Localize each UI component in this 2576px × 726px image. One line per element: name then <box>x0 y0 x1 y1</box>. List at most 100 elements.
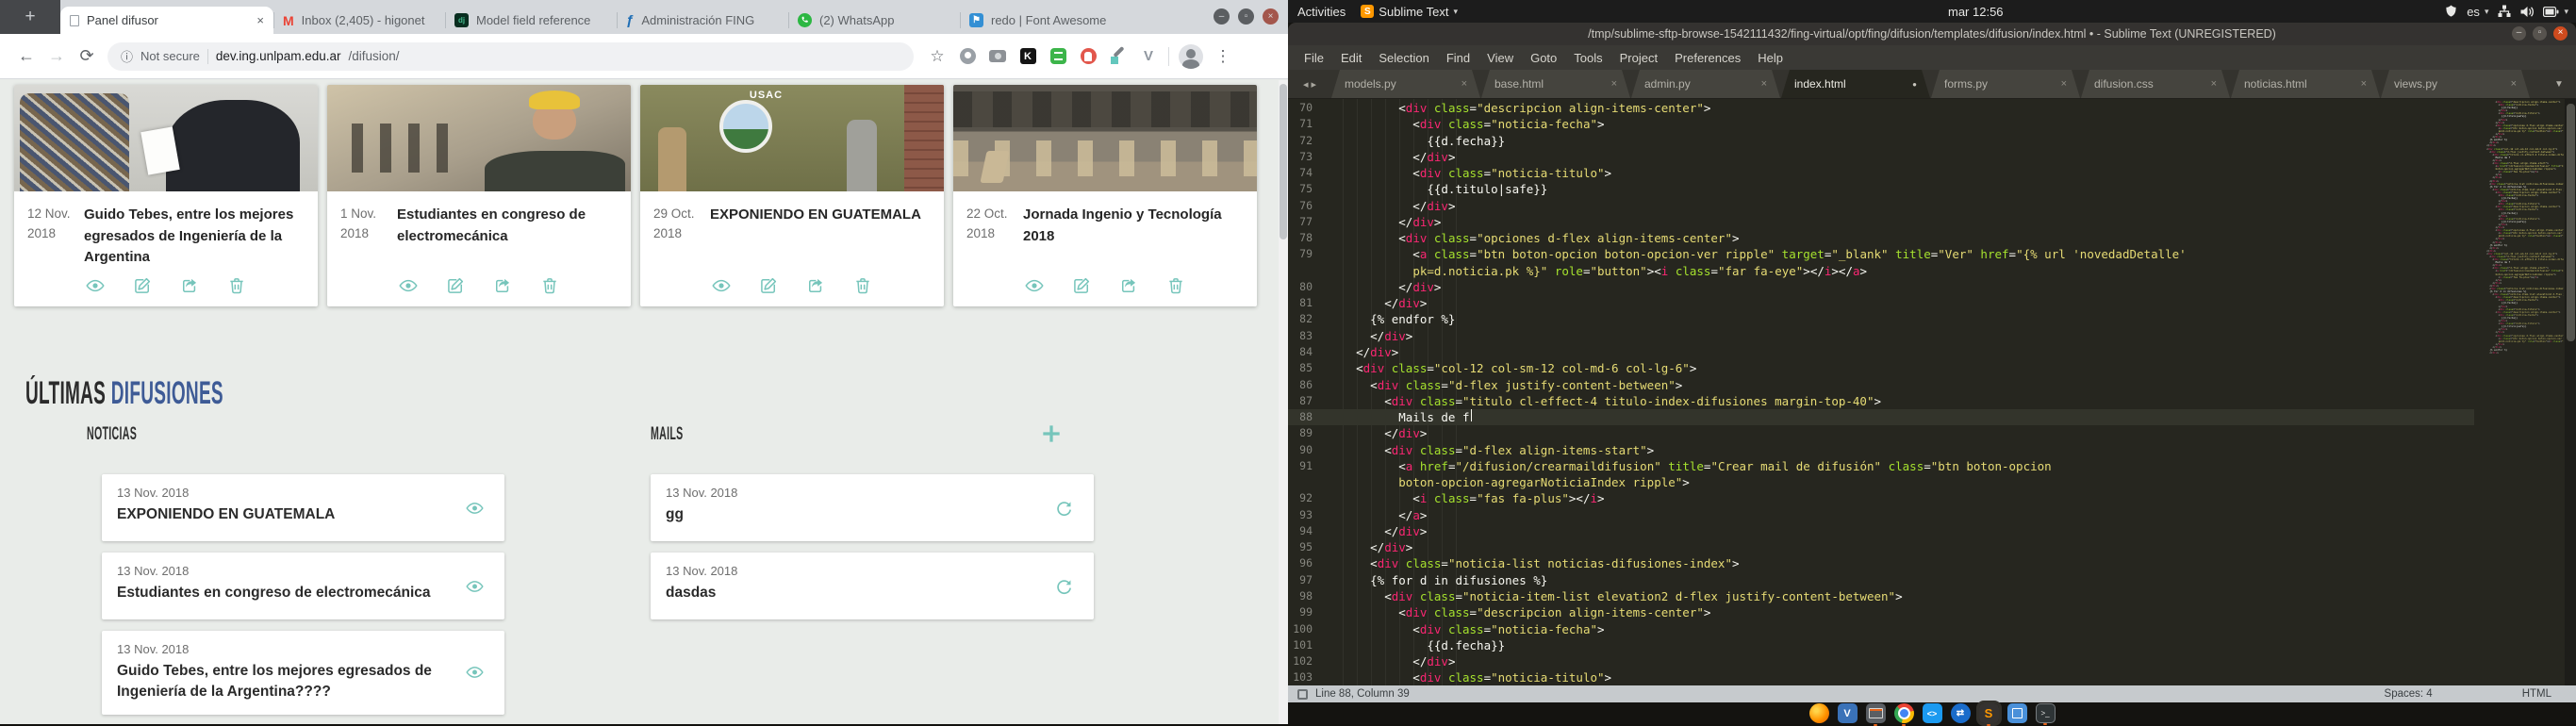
news-card[interactable]: 22 Oct. 2018Jornada Ingenio y Tecnología… <box>953 85 1257 306</box>
news-card[interactable]: 12 Nov. 2018Guido Tebes, entre los mejor… <box>14 85 318 306</box>
code-line[interactable]: 73 </div> <box>1288 149 2474 165</box>
bookmark-star-icon[interactable]: ☆ <box>927 46 948 67</box>
editor-tab-views.py[interactable]: views.py× <box>2381 70 2530 98</box>
dock-virtualbox-icon[interactable]: V <box>1838 703 1858 723</box>
forward-button[interactable]: → <box>41 46 72 66</box>
delete-icon[interactable] <box>227 276 246 295</box>
edit-icon[interactable] <box>446 276 465 295</box>
delete-icon[interactable] <box>1166 276 1185 295</box>
menu-edit[interactable]: Edit <box>1332 51 1370 65</box>
network-icon[interactable] <box>2498 5 2511 18</box>
minimize-button[interactable]: – <box>2512 26 2526 41</box>
dock-firefox-icon[interactable] <box>1809 703 1829 723</box>
extension-adblock-icon[interactable] <box>1078 46 1098 67</box>
editor-tab-noticias.html[interactable]: noticias.html× <box>2231 70 2380 98</box>
volume-icon[interactable] <box>2520 6 2534 18</box>
list-item[interactable]: 13 Nov. 2018dasdas <box>651 553 1094 619</box>
minimize-button[interactable]: – <box>1214 8 1230 25</box>
edit-icon[interactable] <box>1072 276 1091 295</box>
focused-app-menu[interactable]: S Sublime Text ▾ <box>1361 5 1458 19</box>
minimap[interactable]: <div class="descripcion align-items-cent… <box>2481 101 2564 354</box>
tab-scroll-arrows[interactable]: ◂ ▸ <box>1288 70 1331 98</box>
editor-tab-forms.py[interactable]: forms.py× <box>1931 70 2080 98</box>
sublime-editor[interactable]: 70 <div class="descripcion align-items-c… <box>1288 99 2576 685</box>
keyboard-layout-indicator[interactable]: es ▾ <box>2467 5 2488 19</box>
browser-tab[interactable]: djModel field reference <box>445 7 617 34</box>
list-item[interactable]: 13 Nov. 2018EXPONIENDO EN GUATEMALA <box>102 474 504 541</box>
menu-tools[interactable]: Tools <box>1565 51 1610 65</box>
code-line[interactable]: 84 </div> <box>1288 344 2474 360</box>
code-line[interactable]: 94 </div> <box>1288 523 2474 539</box>
view-icon[interactable] <box>1025 276 1044 295</box>
extension-vue-icon[interactable]: V <box>1138 46 1159 67</box>
code-area[interactable]: 70 <div class="descripcion align-items-c… <box>1288 100 2474 685</box>
battery-indicator[interactable]: ▾ <box>2543 7 2568 17</box>
dock-file-archiver-icon[interactable] <box>1866 703 1886 723</box>
list-item[interactable]: 13 Nov. 2018gg <box>651 474 1094 541</box>
menu-help[interactable]: Help <box>1749 51 1792 65</box>
panel-toggle-icon[interactable] <box>1297 689 1308 700</box>
code-line[interactable]: 77 </div> <box>1288 214 2474 230</box>
code-line[interactable]: 71 <div class="noticia-fecha"> <box>1288 116 2474 132</box>
code-line[interactable]: 99 <div class="descripcion align-items-c… <box>1288 604 2474 620</box>
news-card[interactable]: 1 Nov. 2018Estudiantes en congreso de el… <box>327 85 631 306</box>
activities-button[interactable]: Activities <box>1297 5 1346 19</box>
tab-close-icon[interactable]: × <box>2205 78 2217 90</box>
tab-close-icon[interactable]: × <box>1606 78 1617 90</box>
code-line[interactable]: boton-opcion-agregarNoticiaIndex ripple"… <box>1288 474 2474 490</box>
code-line[interactable]: 74 <div class="noticia-titulo"> <box>1288 165 2474 181</box>
tab-close-icon[interactable]: × <box>2355 78 2367 90</box>
news-card[interactable]: USAC29 Oct. 2018EXPONIENDO EN GUATEMALA <box>640 85 944 306</box>
editor-tab-difusion.css[interactable]: difusion.css× <box>2081 70 2230 98</box>
code-line[interactable]: 103 <div class="noticia-titulo"> <box>1288 669 2474 685</box>
share-icon[interactable] <box>806 276 825 295</box>
browser-menu-icon[interactable]: ⋮ <box>1213 46 1233 67</box>
code-line[interactable]: 92 <i class="fas fa-plus"></i> <box>1288 490 2474 506</box>
editor-tab-admin.py[interactable]: admin.py× <box>1631 70 1780 98</box>
code-line[interactable]: 88 Mails de f <box>1288 409 2474 425</box>
tab-close-icon[interactable]: × <box>2505 78 2517 90</box>
close-button[interactable]: × <box>2553 26 2568 41</box>
scroll-right-icon[interactable]: ▸ <box>1312 78 1317 91</box>
browser-tab[interactable]: ƒAdministración FING <box>617 7 788 34</box>
extension-colorpicker-icon[interactable] <box>1108 46 1129 67</box>
tab-list-icon[interactable]: ▼ <box>2542 70 2576 98</box>
menu-file[interactable]: File <box>1296 51 1332 65</box>
code-line[interactable]: 82 {% endfor %} <box>1288 311 2474 327</box>
code-line[interactable]: 95 </div> <box>1288 539 2474 555</box>
view-icon[interactable] <box>466 577 484 595</box>
address-bar[interactable]: ⓘ Not secure dev.ing.unlpam.edu.ar/difus… <box>107 42 914 71</box>
editor-tab-base.html[interactable]: base.html× <box>1481 70 1630 98</box>
share-icon[interactable] <box>493 276 512 295</box>
edit-icon[interactable] <box>133 276 152 295</box>
view-icon[interactable] <box>86 276 105 295</box>
syntax-label[interactable]: HTML <box>2522 688 2551 700</box>
view-icon[interactable] <box>399 276 418 295</box>
menu-selection[interactable]: Selection <box>1370 51 1437 65</box>
code-line[interactable]: 79 <a class="btn boton-opcion boton-opci… <box>1288 246 2474 262</box>
code-line[interactable]: 100 <div class="noticia-fecha"> <box>1288 621 2474 637</box>
code-line[interactable]: 96 <div class="noticia-list noticias-dif… <box>1288 555 2474 571</box>
code-line[interactable]: 90 <div class="d-flex align-items-start"… <box>1288 442 2474 458</box>
code-line[interactable]: pk=d.noticia.pk %}" role="button"><i cla… <box>1288 263 2474 279</box>
code-line[interactable]: 72 {{d.fecha}} <box>1288 133 2474 149</box>
code-line[interactable]: 89 </div> <box>1288 425 2474 441</box>
maximize-button[interactable]: ▫ <box>1238 8 1254 25</box>
tab-close-icon[interactable]: × <box>1456 78 1467 90</box>
code-line[interactable]: 93 </a> <box>1288 507 2474 523</box>
dock-terminal-icon[interactable]: >_ <box>2036 703 2056 723</box>
clock[interactable]: mar 12:56 <box>1948 0 2004 23</box>
list-item[interactable]: 13 Nov. 2018Guido Tebes, entre los mejor… <box>102 631 504 715</box>
share-icon[interactable] <box>1119 276 1138 295</box>
editor-scrollbar-thumb[interactable] <box>2567 104 2575 341</box>
share-icon[interactable] <box>180 276 199 295</box>
edit-icon[interactable] <box>759 276 778 295</box>
extension-lightbulb-icon[interactable] <box>957 46 978 67</box>
browser-tab[interactable]: MInbox (2,405) - higonet <box>273 7 445 34</box>
tab-close-icon[interactable]: × <box>253 13 264 27</box>
menu-preferences[interactable]: Preferences <box>1666 51 1749 65</box>
dock-teamviewer-icon[interactable]: ⇄ <box>1951 703 1971 723</box>
code-line[interactable]: 75 {{d.titulo|safe}} <box>1288 181 2474 197</box>
code-line[interactable]: 80 </div> <box>1288 279 2474 295</box>
menu-find[interactable]: Find <box>1438 51 1478 65</box>
